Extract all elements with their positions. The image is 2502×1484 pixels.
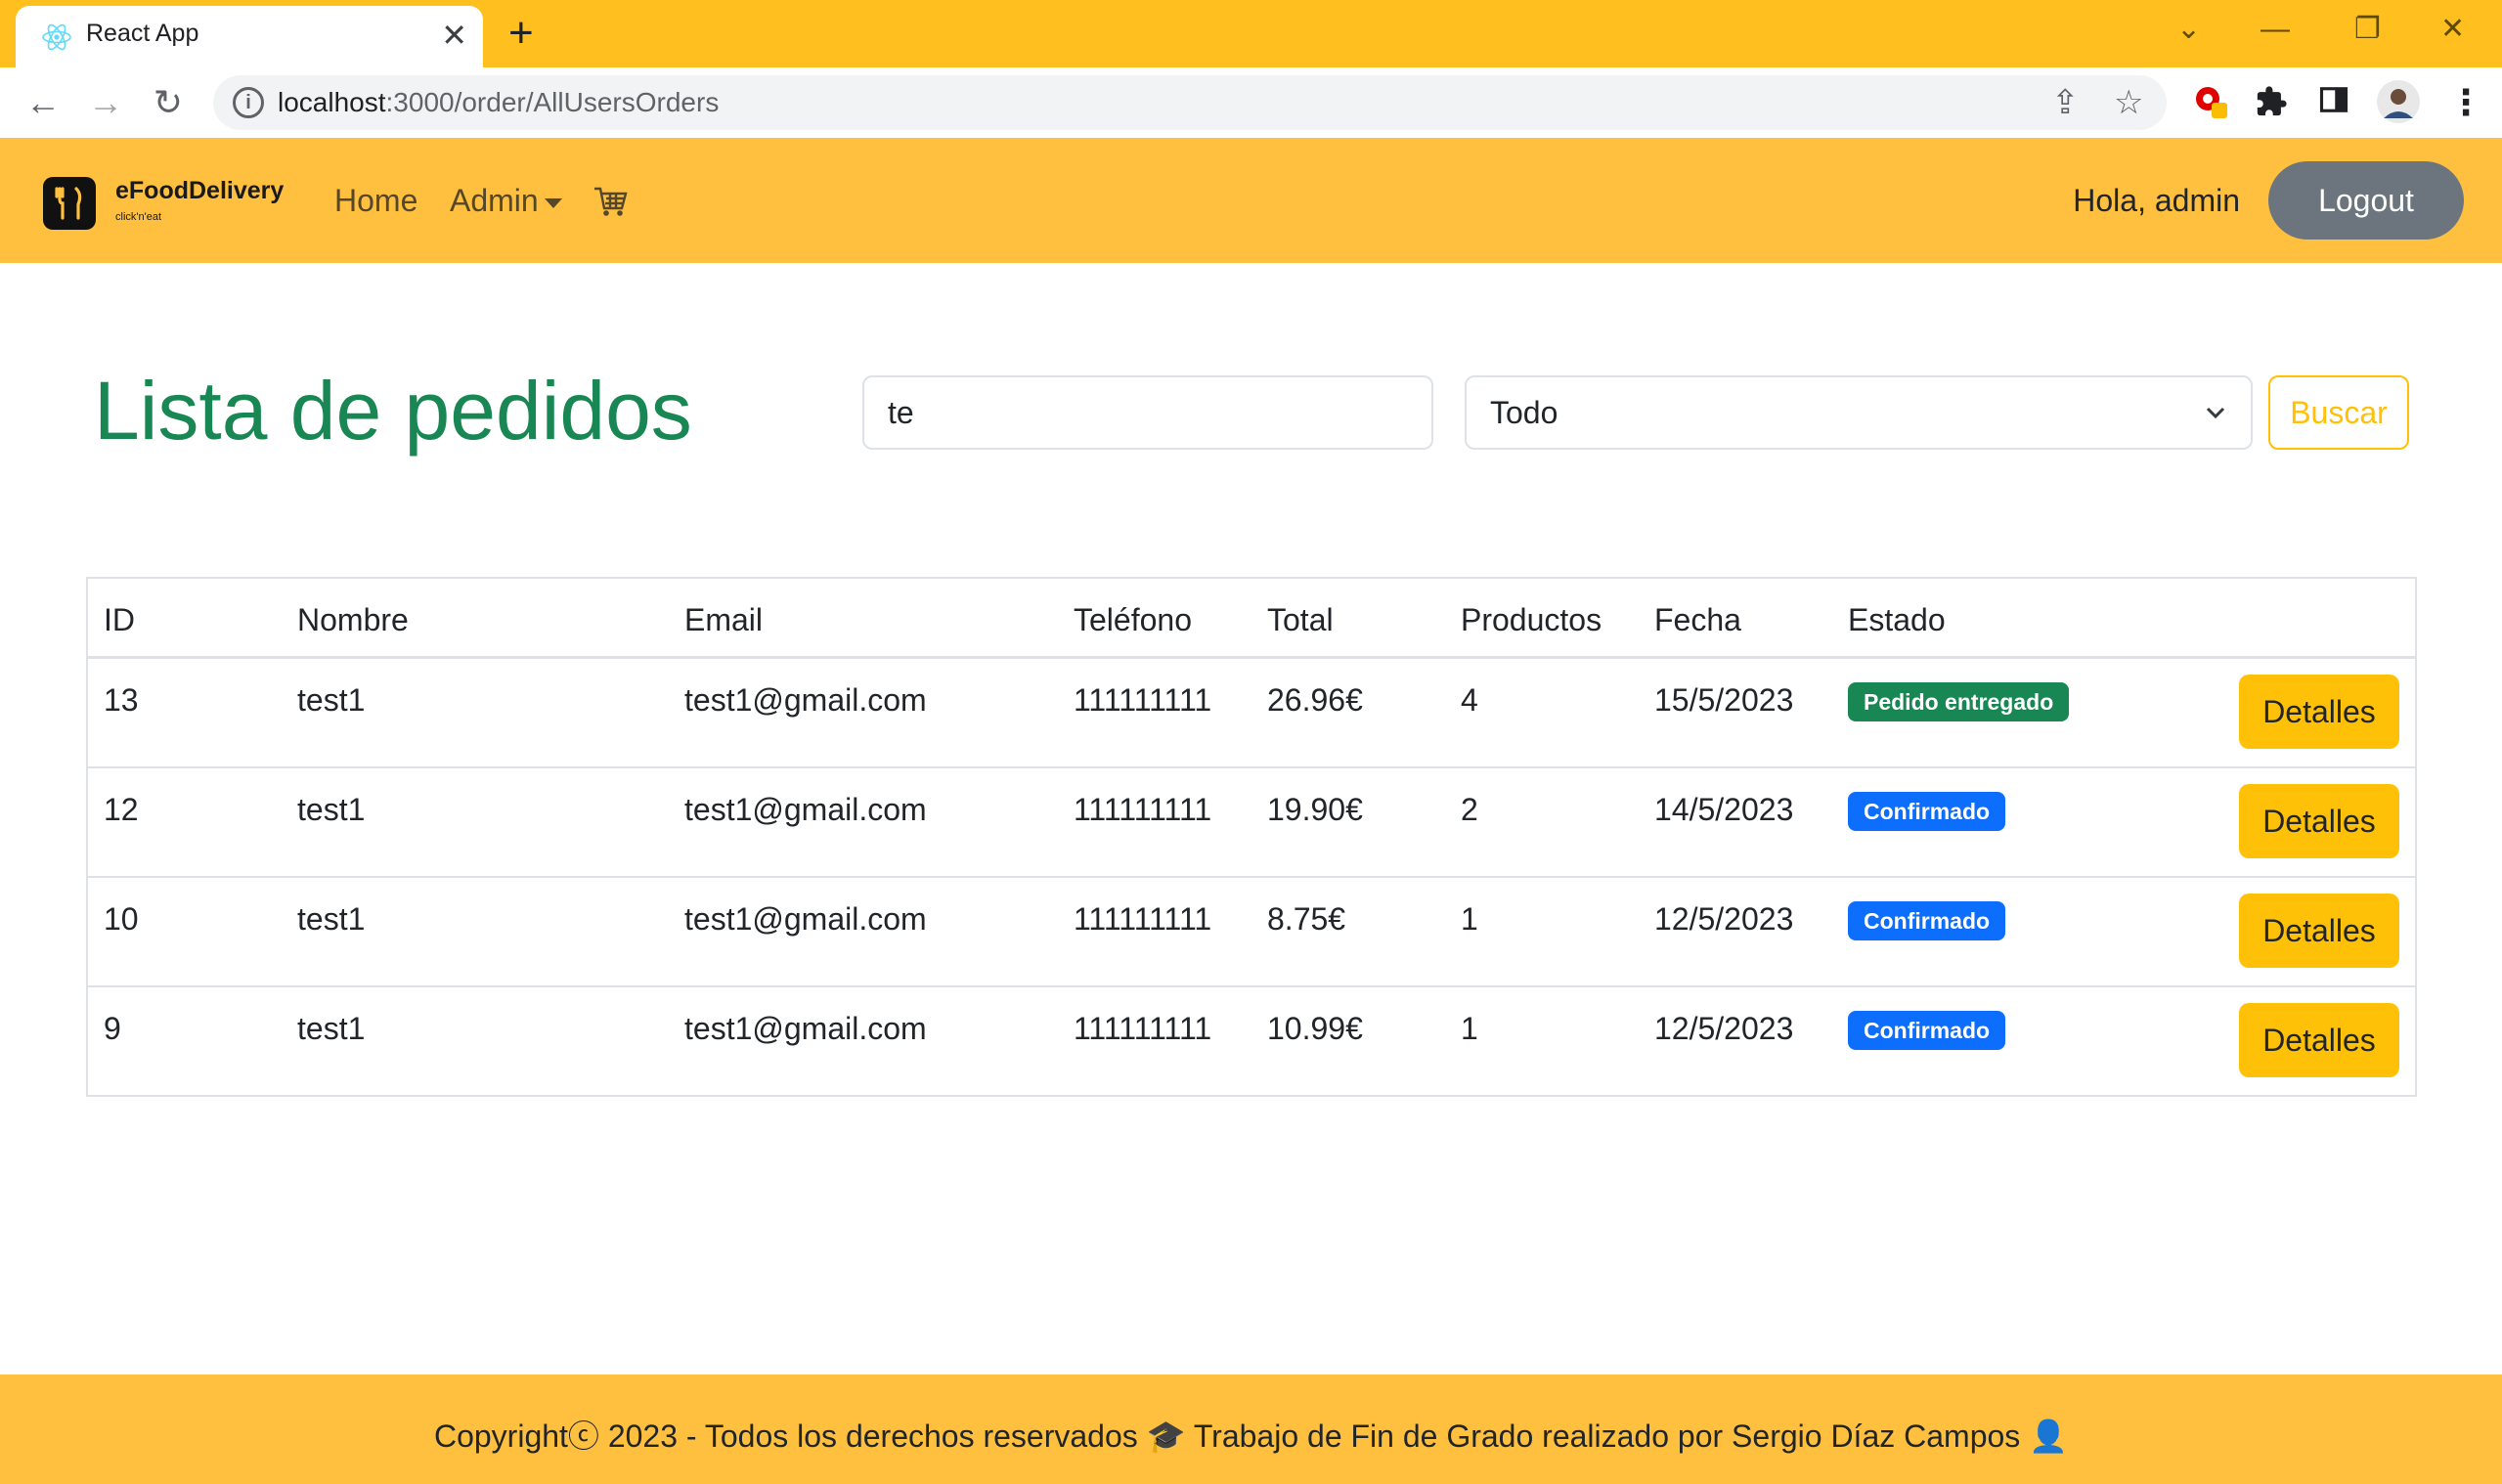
cell-id: 10: [104, 901, 139, 937]
cell-products: 4: [1461, 682, 1478, 718]
header-id: ID: [104, 602, 135, 637]
cell-phone: 111111111: [1074, 682, 1212, 718]
cell-id: 13: [104, 682, 139, 718]
details-button[interactable]: Detalles: [2239, 894, 2399, 968]
site-info-icon[interactable]: i: [233, 87, 264, 118]
minimize-icon[interactable]: —: [2261, 10, 2290, 49]
page-footer: Copyrightⓒ 2023 - Todos los derechos res…: [0, 1375, 2502, 1484]
cell-phone: 111111111: [1074, 901, 1212, 937]
profile-avatar[interactable]: [2376, 79, 2421, 131]
table-header-row: ID Nombre Email Teléfono Total Productos…: [88, 579, 2415, 659]
tab-close-icon[interactable]: ✕: [441, 16, 467, 55]
cell-id: 12: [104, 792, 139, 827]
cell-phone: 111111111: [1074, 792, 1212, 827]
status-badge: Confirmado: [1848, 1011, 2006, 1050]
nav-home-link[interactable]: Home: [334, 183, 417, 219]
cell-products: 2: [1461, 792, 1478, 827]
address-bar[interactable]: i localhost:3000/order/AllUsersOrders ⇪ …: [213, 75, 2167, 130]
react-logo-icon: [42, 23, 71, 51]
table-row: 13 test1 test1@gmail.com 111111111 26.96…: [88, 659, 2415, 768]
cell-date: 15/5/2023: [1654, 682, 1794, 718]
cell-products: 1: [1461, 901, 1478, 937]
cell-name: test1: [297, 682, 366, 718]
new-tab-button[interactable]: +: [508, 10, 534, 57]
cell-email: test1@gmail.com: [684, 1011, 927, 1046]
header-fecha: Fecha: [1654, 602, 1741, 637]
cell-email: test1@gmail.com: [684, 682, 927, 718]
tab-search-icon[interactable]: ⌄: [2176, 10, 2201, 49]
chevron-down-icon: [2206, 407, 2225, 419]
table-row: 12 test1 test1@gmail.com 111111111 19.90…: [88, 768, 2415, 878]
status-badge: Confirmado: [1848, 792, 2006, 831]
cell-date: 12/5/2023: [1654, 1011, 1794, 1046]
header-total: Total: [1267, 602, 1334, 637]
brand-name[interactable]: eFoodDelivery: [115, 177, 284, 205]
bookmark-star-icon[interactable]: ☆: [2114, 83, 2143, 122]
admin-label: Admin: [450, 183, 539, 218]
header-telefono: Teléfono: [1074, 602, 1192, 637]
browser-menu-icon[interactable]: ⋮: [2448, 85, 2483, 120]
cell-email: test1@gmail.com: [684, 792, 927, 827]
cell-phone: 111111111: [1074, 1011, 1212, 1046]
search-button[interactable]: Buscar: [2268, 375, 2409, 450]
footer-copyright: Copyrightⓒ 2023 - Todos los derechos res…: [433, 1419, 2069, 1454]
side-panel-icon[interactable]: [2319, 85, 2348, 121]
cell-total: 10.99€: [1267, 1011, 1363, 1046]
nav-admin-dropdown[interactable]: Admin: [450, 183, 562, 219]
status-filter-value: Todo: [1490, 395, 1558, 430]
cell-total: 19.90€: [1267, 792, 1363, 827]
details-button[interactable]: Detalles: [2239, 675, 2399, 749]
cell-name: test1: [297, 792, 366, 827]
cell-id: 9: [104, 1011, 121, 1046]
status-filter-select[interactable]: Todo: [1465, 375, 2253, 450]
details-button[interactable]: Detalles: [2239, 1003, 2399, 1077]
user-greeting: Hola, admin: [2073, 183, 2240, 218]
caret-down-icon: [544, 197, 562, 208]
cell-date: 14/5/2023: [1654, 792, 1794, 827]
page-title: Lista de pedidos: [94, 365, 692, 457]
header-nombre: Nombre: [297, 602, 409, 637]
cell-name: test1: [297, 1011, 366, 1046]
forward-icon[interactable]: →: [82, 79, 129, 126]
restore-icon[interactable]: ❐: [2354, 10, 2381, 49]
logout-button[interactable]: Logout: [2268, 161, 2464, 240]
cart-icon[interactable]: [593, 185, 630, 218]
app-navbar: eFoodDelivery click'n'eat Home Admin Hol…: [0, 138, 2502, 263]
cell-date: 12/5/2023: [1654, 901, 1794, 937]
cell-products: 1: [1461, 1011, 1478, 1046]
tab-title: React App: [86, 20, 199, 47]
extension-icon[interactable]: [2194, 85, 2229, 120]
details-button[interactable]: Detalles: [2239, 784, 2399, 858]
header-productos: Productos: [1461, 602, 1602, 637]
browser-tab[interactable]: React App ✕: [16, 6, 483, 67]
header-estado: Estado: [1848, 602, 1946, 637]
cell-email: test1@gmail.com: [684, 901, 927, 937]
cell-total: 8.75€: [1267, 901, 1346, 937]
browser-tab-strip: React App ✕ + ⌄ — ❐ ✕: [0, 0, 2502, 67]
back-icon[interactable]: ←: [20, 79, 66, 126]
table-row: 9 test1 test1@gmail.com 111111111 10.99€…: [88, 987, 2415, 1097]
table-row: 10 test1 test1@gmail.com 111111111 8.75€…: [88, 878, 2415, 987]
reload-icon[interactable]: ↻: [145, 79, 192, 126]
close-window-icon[interactable]: ✕: [2440, 10, 2465, 49]
status-badge: Pedido entregado: [1848, 682, 2070, 721]
extensions-puzzle-icon[interactable]: [2255, 85, 2288, 125]
header-email: Email: [684, 602, 764, 637]
search-input[interactable]: te: [862, 375, 1433, 450]
status-badge: Confirmado: [1848, 901, 2006, 940]
brand-tagline: click'n'eat: [115, 211, 161, 223]
url-text[interactable]: localhost:3000/order/AllUsersOrders: [278, 87, 719, 118]
share-icon[interactable]: ⇪: [2051, 83, 2080, 122]
browser-toolbar: ← → ↻ i localhost:3000/order/AllUsersOrd…: [0, 67, 2502, 138]
cell-name: test1: [297, 901, 366, 937]
orders-table: ID Nombre Email Teléfono Total Productos…: [86, 577, 2417, 1097]
brand-logo-icon[interactable]: [43, 177, 96, 230]
cell-total: 26.96€: [1267, 682, 1363, 718]
